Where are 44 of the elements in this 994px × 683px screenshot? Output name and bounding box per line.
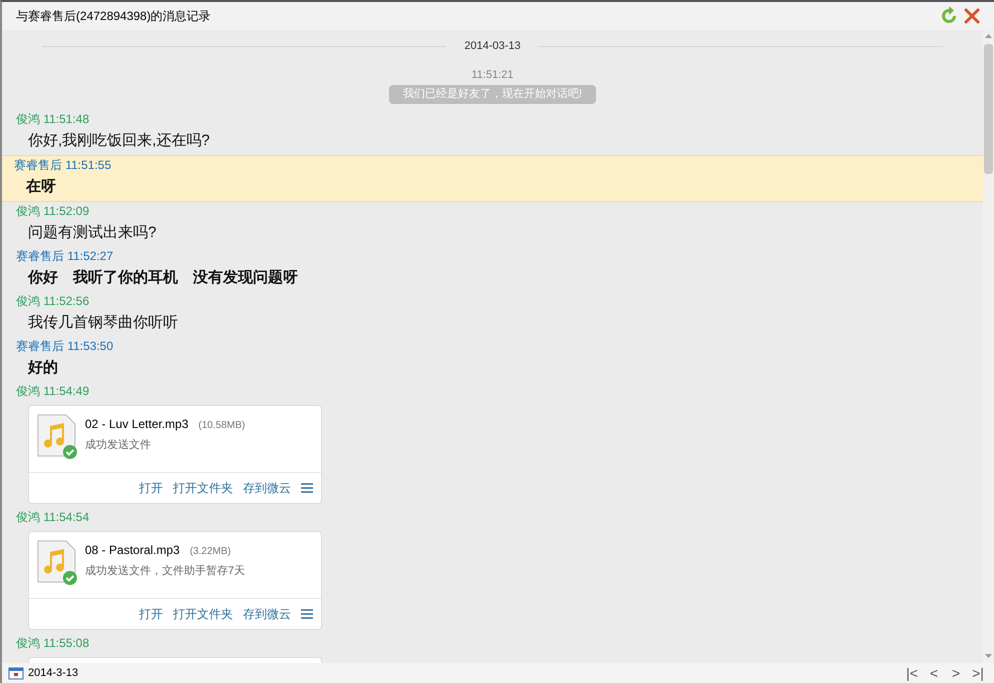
- menu-icon[interactable]: [301, 608, 313, 618]
- pager-button[interactable]: >|: [968, 664, 988, 682]
- message-header: 俊鸿 11:52:56: [16, 292, 90, 310]
- message-header: 俊鸿 11:52:09: [16, 202, 90, 220]
- file-action-link[interactable]: 打开文件夹: [173, 604, 233, 622]
- file-size: (10.58MB): [198, 418, 246, 432]
- music-file-icon: [37, 540, 77, 586]
- file-action-link[interactable]: 打开: [139, 604, 163, 622]
- message-header: 俊鸿 11:54:54: [16, 508, 90, 526]
- file-action-link[interactable]: 存到微云: [243, 478, 291, 496]
- notice-time: 11:51:21: [471, 68, 514, 82]
- date-label: 2014-3-13: [28, 666, 78, 681]
- message-text: 好的: [26, 358, 59, 378]
- message-text: 在呀: [24, 176, 57, 196]
- file-status: 成功发送文件，文件助手暂存7天: [85, 564, 246, 578]
- file-action-link[interactable]: 打开: [139, 478, 163, 496]
- system-notice: 我们已经是好友了，现在开始对话吧!: [388, 85, 596, 104]
- menu-icon[interactable]: [301, 482, 313, 492]
- message-header: 赛睿售后 11:53:50: [16, 338, 114, 354]
- message-header: 俊鸿 11:51:48: [16, 110, 90, 128]
- calendar-icon[interactable]: [8, 666, 24, 680]
- message-text: 你好 我听了你的耳机 没有发现问题呀: [26, 268, 299, 288]
- message-text: 我传几首钢琴曲你听听: [27, 312, 179, 332]
- pager-button[interactable]: >: [946, 664, 966, 682]
- message-header: 俊鸿 11:54:49: [16, 382, 90, 400]
- file-size: (3.22MB): [190, 544, 231, 558]
- message-header: 赛睿售后 11:52:27: [16, 248, 114, 264]
- pager-button[interactable]: <: [924, 664, 944, 682]
- file-name: 08 - Pastoral.mp3: [85, 542, 180, 558]
- file-action-link[interactable]: 存到微云: [243, 604, 291, 622]
- close-icon[interactable]: [964, 8, 980, 24]
- window-title: 与赛睿售后(2472894398)的消息记录: [16, 8, 211, 25]
- file-action-link[interactable]: 打开文件夹: [173, 478, 233, 496]
- date-divider: 2014-03-13: [464, 39, 521, 54]
- scrollbar-drawing[interactable]: [983, 30, 994, 663]
- pager-button[interactable]: |<: [902, 664, 922, 682]
- file-name: 02 - Luv Letter.mp3: [85, 416, 188, 432]
- file-status: 成功发送文件: [85, 438, 152, 452]
- message-header: 俊鸿 11:55:08: [16, 634, 90, 652]
- music-file-icon: [37, 414, 77, 460]
- message-text: 问题有测试出来吗?: [27, 222, 158, 242]
- message-highlight[interactable]: 赛睿售后 11:51:55 在呀: [2, 154, 983, 202]
- message-header: 赛睿售后 11:51:55: [14, 156, 112, 174]
- message-text: 你好,我刚吃饭回来,还在吗?: [27, 130, 211, 150]
